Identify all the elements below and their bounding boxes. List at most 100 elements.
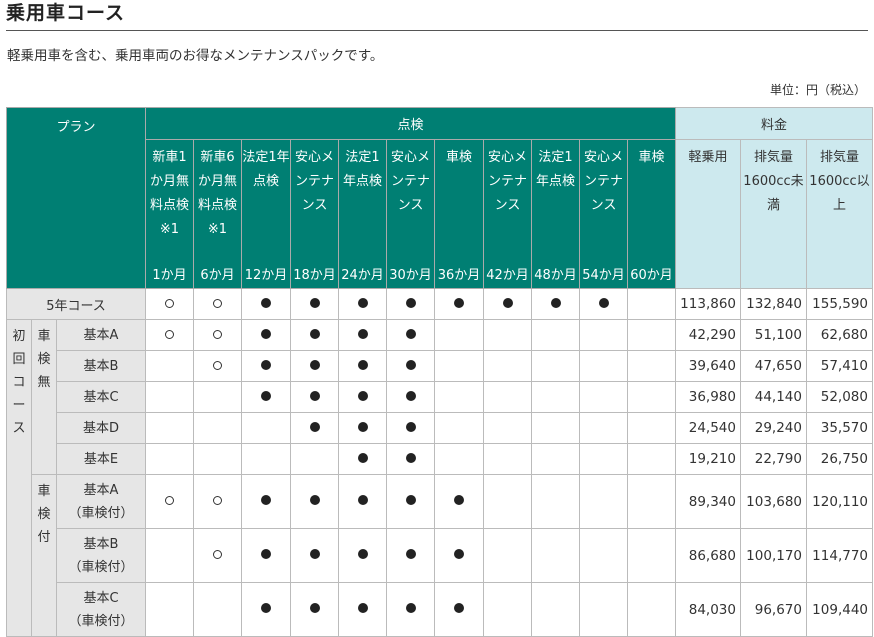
inspection-mark-cell bbox=[386, 381, 435, 413]
fee-column-header: 軽乗用 bbox=[675, 139, 741, 289]
filled-circle-icon bbox=[357, 603, 368, 613]
inspection-item-label: 法定1年点検 bbox=[342, 150, 382, 189]
inspection-mark-cell bbox=[145, 381, 194, 413]
inspection-item-month: 42か月 bbox=[486, 268, 529, 283]
inspection-mark-cell bbox=[579, 412, 628, 444]
inspection-mark-cell bbox=[483, 288, 532, 320]
inspection-item-label: 安心メンテナンス bbox=[583, 150, 623, 213]
inspection-mark-cell bbox=[434, 443, 484, 475]
inspection-mark-cell bbox=[627, 474, 676, 529]
inspection-item-month: 12か月 bbox=[244, 268, 288, 283]
course-name: 基本A （車検付） bbox=[56, 474, 146, 529]
inspection-mark-cell bbox=[290, 443, 339, 475]
inspection-mark-cell bbox=[579, 443, 628, 475]
course-name-label: 基本A bbox=[83, 327, 119, 343]
price-cell: 51,100 bbox=[740, 319, 807, 351]
inspection-mark-cell bbox=[193, 381, 242, 413]
price-cell: 42,290 bbox=[675, 319, 741, 351]
inspection-mark-cell bbox=[531, 381, 580, 413]
inspection-mark-cell bbox=[241, 381, 291, 413]
filled-circle-icon bbox=[405, 297, 416, 308]
price-cell: 109,440 bbox=[806, 582, 873, 637]
filled-circle-icon bbox=[502, 297, 513, 308]
inspection-item-label: 車検 bbox=[638, 150, 665, 165]
filled-circle-icon bbox=[357, 421, 368, 432]
inspection-mark-cell bbox=[483, 474, 532, 529]
course-name-label: 基本A bbox=[83, 482, 119, 498]
price-cell: 120,110 bbox=[806, 474, 873, 529]
inspection-mark-cell bbox=[145, 319, 194, 351]
inspection-mark-cell bbox=[145, 528, 194, 583]
table-row: 基本E 19,210 22,790 26,750 bbox=[7, 443, 873, 475]
inspection-item-label: 安心メンテナンス bbox=[487, 150, 527, 213]
price-cell: 96,670 bbox=[740, 582, 807, 637]
inspection-mark-cell bbox=[627, 350, 676, 382]
course-name: 基本D bbox=[56, 412, 146, 444]
filled-circle-icon bbox=[261, 390, 271, 401]
inspection-mark-cell bbox=[338, 381, 387, 413]
open-circle-icon bbox=[213, 298, 222, 308]
course-name-label: 基本C bbox=[83, 389, 119, 405]
inspection-item-month: 1か月 bbox=[152, 268, 187, 283]
inspection-item-label: 新車6か月無料点検※1 bbox=[197, 150, 237, 237]
price-cell: 84,030 bbox=[675, 582, 741, 637]
inspection-mark-cell bbox=[290, 582, 339, 637]
inspection-mark-cell bbox=[338, 319, 387, 351]
course-name: 基本B bbox=[56, 350, 146, 382]
inspection-mark-cell bbox=[386, 582, 435, 637]
inspection-mark-cell bbox=[483, 528, 532, 583]
inspection-mark-cell bbox=[531, 443, 580, 475]
fee-column-header: 排気量1600cc未満 bbox=[740, 139, 807, 289]
unit-note: 単位：円（税込） bbox=[769, 83, 866, 97]
inspection-mark-cell bbox=[531, 288, 580, 320]
fee-header: 料金 bbox=[675, 107, 873, 140]
price-cell: 22,790 bbox=[740, 443, 807, 475]
inspection-mark-cell bbox=[483, 350, 532, 382]
filled-circle-icon bbox=[261, 297, 271, 308]
inspection-mark-cell bbox=[338, 474, 387, 529]
inspection-mark-cell bbox=[338, 528, 387, 583]
filled-circle-icon bbox=[405, 452, 416, 463]
inspection-mark-cell bbox=[579, 319, 628, 351]
inspection-mark-cell bbox=[627, 582, 676, 637]
filled-circle-icon bbox=[454, 495, 464, 505]
inspection-mark-cell bbox=[386, 443, 435, 475]
inspection-item-month: 18か月 bbox=[293, 268, 336, 283]
inspection-mark-cell bbox=[193, 288, 242, 320]
price-cell: 35,570 bbox=[806, 412, 873, 444]
inspection-mark-cell bbox=[145, 474, 194, 529]
filled-circle-icon bbox=[454, 549, 464, 559]
inspection-item-header: 法定1年点検 12か月 bbox=[241, 139, 291, 289]
inspection-mark-cell bbox=[386, 319, 435, 351]
price-cell: 62,680 bbox=[806, 319, 873, 351]
course-name-label: 基本D bbox=[82, 420, 119, 436]
price-cell: 89,340 bbox=[675, 474, 741, 529]
inspection-mark-cell bbox=[627, 443, 676, 475]
inspection-mark-cell bbox=[434, 350, 484, 382]
inspection-item-month: 54か月 bbox=[582, 268, 625, 283]
inspection-mark-cell bbox=[145, 288, 194, 320]
filled-circle-icon bbox=[261, 328, 271, 339]
inspection-mark-cell bbox=[627, 412, 676, 444]
open-circle-icon bbox=[165, 298, 174, 308]
inspection-mark-cell bbox=[241, 528, 291, 583]
inspection-mark-cell bbox=[531, 474, 580, 529]
inspection-mark-cell bbox=[579, 474, 628, 529]
filled-circle-icon bbox=[357, 495, 368, 505]
course-name-note: （車検付） bbox=[68, 613, 134, 629]
inspection-mark-cell bbox=[290, 350, 339, 382]
inspection-mark-cell bbox=[290, 412, 339, 444]
open-circle-icon bbox=[165, 329, 174, 339]
price-cell: 52,080 bbox=[806, 381, 873, 413]
course-name: 基本A bbox=[56, 319, 146, 351]
inspection-item-label: 車検 bbox=[445, 150, 472, 165]
inspection-item-header: 新車6か月無料点検※1 6か月 bbox=[193, 139, 242, 289]
inspection-mark-cell bbox=[386, 528, 435, 583]
no-inspection-label: 車検無 bbox=[31, 319, 57, 475]
inspection-mark-cell bbox=[290, 528, 339, 583]
price-cell: 155,590 bbox=[806, 288, 873, 320]
inspection-mark-cell bbox=[434, 288, 484, 320]
inspection-mark-cell bbox=[193, 443, 242, 475]
inspection-item-month: 24か月 bbox=[341, 268, 384, 283]
inspection-item-label: 法定1年点検 bbox=[535, 150, 575, 189]
